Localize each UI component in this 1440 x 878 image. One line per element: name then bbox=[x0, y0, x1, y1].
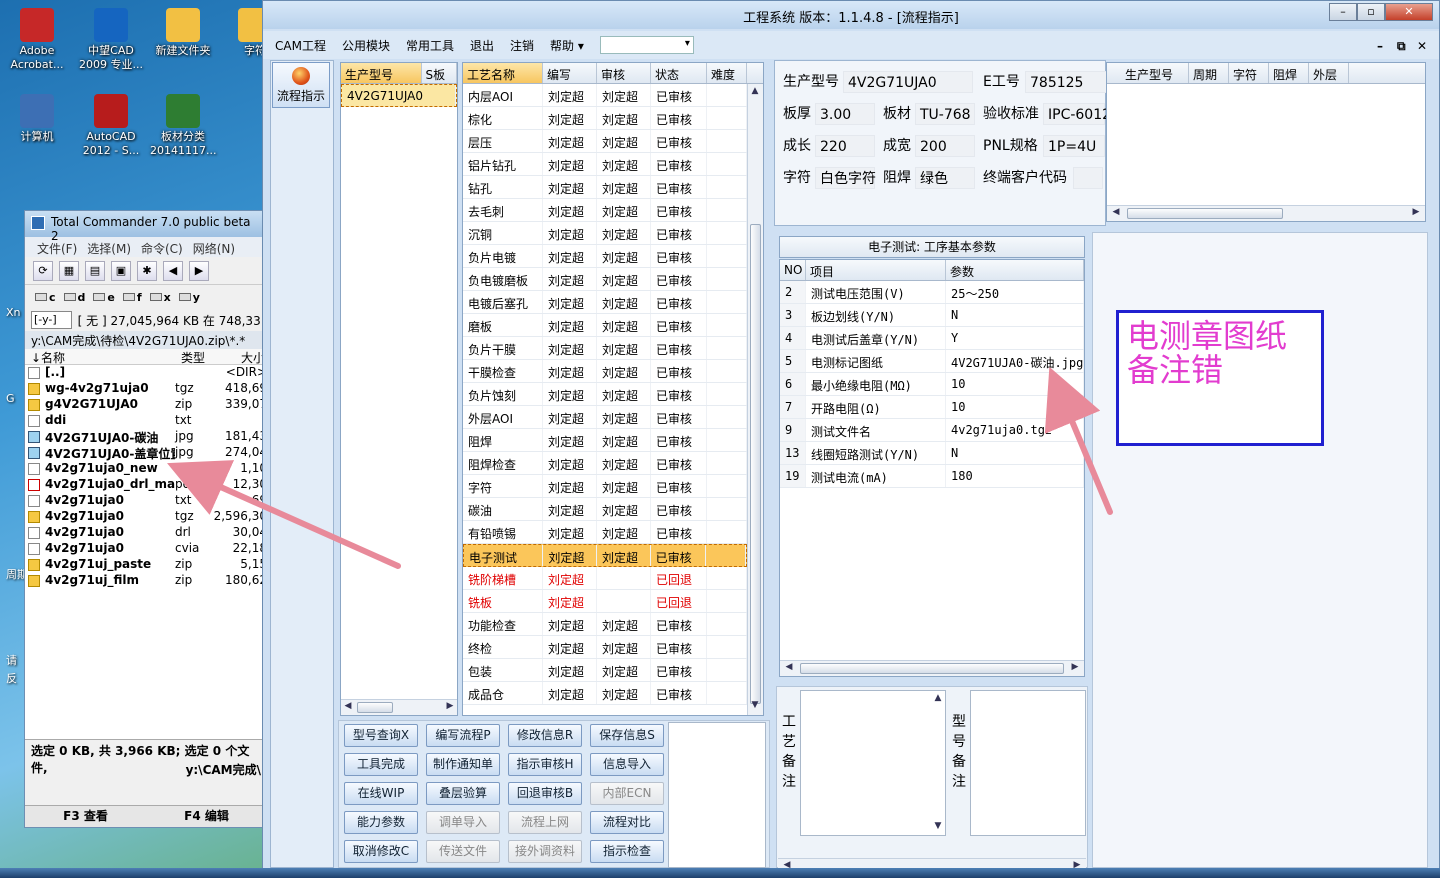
arrow-to-etest-drawing bbox=[1044, 366, 1113, 515]
annotation-note: 电测章图纸备注错 bbox=[1116, 310, 1324, 446]
taskbar[interactable] bbox=[0, 868, 1440, 878]
arrow-to-stamp-file bbox=[167, 460, 401, 569]
